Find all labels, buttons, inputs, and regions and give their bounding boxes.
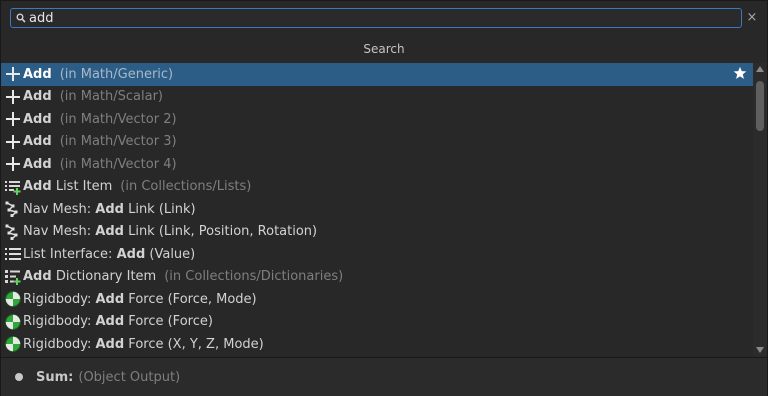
search-box[interactable] [10,8,742,28]
result-prefix: Nav Mesh: [23,201,96,217]
result-row[interactable]: Add (in Math/Vector 2) [1,108,753,131]
result-suffix: Link (Link) [123,201,196,217]
result-prefix: Nav Mesh: [23,224,96,240]
result-match: Add [23,134,52,150]
result-match: Add [23,111,52,127]
result-category: (in Math/Vector 2) [59,111,177,127]
result-label: Add [23,89,52,104]
result-match: Add [23,179,52,195]
result-category: (in Math/Scalar) [59,89,164,105]
result-prefix: List Interface: [23,246,117,262]
list-header-title: Search [363,42,405,56]
result-category: (in Collections/Lists) [120,179,252,195]
footer-label: Sum: [36,369,74,385]
plus-icon [5,89,21,105]
result-suffix: (Value) [145,246,196,262]
result-label: Add Dictionary Item [23,269,156,284]
result-label: Add [23,157,52,172]
result-label: Nav Mesh: Add Link (Link, Position, Rota… [23,224,317,239]
plus-icon [5,156,21,172]
scroll-down-arrow-icon[interactable] [753,344,767,356]
result-prefix: Rigidbody: [23,336,96,352]
result-label: Add [23,67,52,82]
result-label: Add [23,112,52,127]
result-row[interactable]: Add (in Math/Vector 4) [1,153,753,176]
result-row[interactable]: Nav Mesh: Add Link (Link, Position, Rota… [1,221,753,244]
result-row[interactable]: Rigidbody: Add Force (Force) [1,311,753,334]
nav-mesh-icon [5,224,21,240]
result-label: Add [23,134,52,149]
rigidbody-icon [5,336,21,352]
result-row[interactable]: List Interface: Add (Value) [1,243,753,266]
favorite-star-icon[interactable] [733,66,749,82]
result-match: Add [23,156,52,172]
result-match: Add [95,291,125,307]
result-label: Nav Mesh: Add Link (Link) [23,202,196,217]
result-row[interactable]: Add List Item (in Collections/Lists) [1,176,753,199]
vertical-scrollbar[interactable] [753,63,767,356]
rigidbody-icon [5,314,21,330]
plus-icon [5,111,21,127]
result-match: Add [95,314,125,330]
result-label: List Interface: Add (Value) [23,247,195,262]
result-match: Add [95,224,124,240]
dictionary-add-icon [5,269,21,285]
result-suffix: Link (Link, Position, Rotation) [123,224,318,240]
result-category: (in Math/Vector 4) [59,156,177,172]
results-list: Add (in Math/Generic) Add (in Math/Scalar) A… [1,63,753,356]
result-match: Add [95,336,125,352]
search-icon [14,11,28,25]
result-row[interactable]: Add Dictionary Item (in Collections/Dicti… [1,266,753,289]
footer-detail: (Object Output) [78,369,181,385]
clear-search-button[interactable]: × [745,10,759,26]
result-suffix: Force (Force, Mode) [124,291,257,307]
nav-mesh-icon [5,201,21,218]
scrollbar-thumb[interactable] [756,81,764,131]
result-prefix: Rigidbody: [23,291,96,307]
result-suffix: Dictionary Item [51,269,157,285]
result-row[interactable]: Rigidbody: Add Force (X, Y, Z, Mode) [1,333,753,356]
result-match: Add [23,269,52,285]
list-add-icon [5,179,21,195]
result-match: Add [23,66,52,82]
plus-icon [5,134,21,150]
scroll-up-arrow-icon[interactable] [753,63,767,75]
output-port-icon [15,373,23,381]
rigidbody-icon [5,291,21,307]
result-match: Add [23,89,52,105]
search-input[interactable] [28,9,741,27]
fuzzy-finder-window: × Search Add (in Math/Generic) Add (in Math… [0,0,768,396]
description-footer: Sum: (Object Output) [1,358,767,396]
list-icon [5,246,21,262]
result-row[interactable]: Rigidbody: Add Force (Force, Mode) [1,288,753,311]
result-category: (in Math/Vector 3) [59,134,177,150]
result-row[interactable]: Add (in Math/Scalar) [1,86,753,109]
result-label: Add List Item [23,179,112,194]
result-label: Rigidbody: Add Force (Force) [23,314,213,329]
result-match: Add [95,201,124,217]
result-label: Rigidbody: Add Force (Force, Mode) [23,292,257,307]
result-suffix: Force (Force) [124,314,213,330]
result-row[interactable]: Add (in Math/Vector 3) [1,131,753,154]
search-bar: × [1,1,767,35]
result-row[interactable]: Nav Mesh: Add Link (Link) [1,198,753,221]
result-label: Rigidbody: Add Force (X, Y, Z, Mode) [23,337,264,352]
result-category: (in Math/Generic) [59,66,174,82]
result-prefix: Rigidbody: [23,314,96,330]
result-match: Add [116,246,146,262]
result-row-selected[interactable]: Add (in Math/Generic) [1,63,753,86]
result-suffix: Force (X, Y, Z, Mode) [124,336,264,352]
plus-icon [5,66,21,82]
result-suffix: List Item [51,179,113,195]
result-category: (in Collections/Dictionaries) [164,269,344,285]
